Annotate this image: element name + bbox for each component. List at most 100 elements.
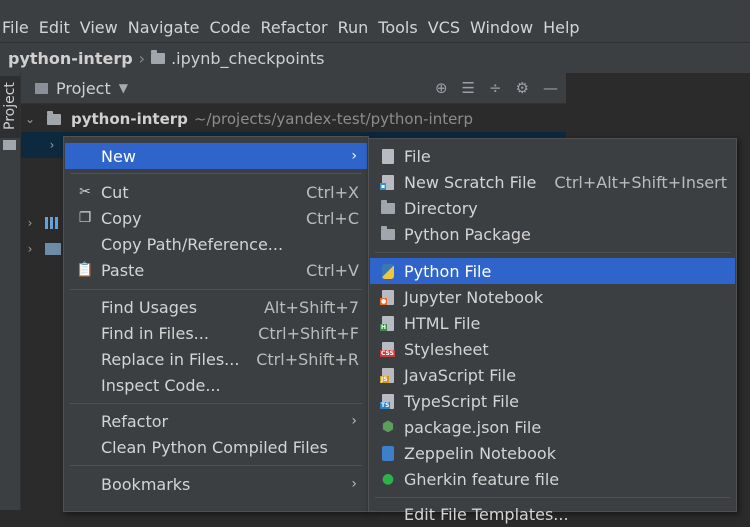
submenu-item-gherkin[interactable]: ● Gherkin feature file (370, 466, 735, 492)
submenu-item-typescript[interactable]: TS TypeScript File (370, 388, 735, 414)
tree-row-root[interactable]: ⌄ python-interp ~/projects/yandex-test/p… (21, 106, 566, 132)
submenu-item-file[interactable]: File (370, 143, 735, 169)
submenu-item-scratch-label: New Scratch File (404, 172, 537, 192)
python-package-icon (380, 225, 396, 242)
menu-item-paste[interactable]: 📋 Paste Ctrl+V (65, 257, 367, 283)
menu-item-replace-in-files-label: Replace in Files... (101, 349, 240, 369)
menu-file[interactable]: File (0, 18, 35, 37)
breadcrumb-root[interactable]: python-interp (0, 49, 133, 68)
chevron-right-icon[interactable]: › (43, 138, 61, 152)
tree-root-path: ~/projects/yandex-test/python-interp (193, 110, 473, 128)
menu-item-cut[interactable]: ✂ Cut Ctrl+X (65, 179, 367, 205)
collapse-all-icon[interactable]: ÷ (489, 79, 502, 97)
submenu-item-python-file-label: Python File (404, 261, 492, 281)
folder-icon (47, 110, 61, 125)
context-menu: New › ✂ Cut Ctrl+X ❐ Copy Ctrl+C Copy Pa… (63, 136, 369, 512)
javascript-file-icon: JS (380, 367, 396, 383)
locate-icon[interactable]: ⊕ (435, 79, 448, 97)
menu-item-find-in-files-label: Find in Files... (101, 323, 209, 343)
menu-navigate[interactable]: Navigate (124, 18, 206, 37)
submenu-item-html[interactable]: H HTML File (370, 310, 735, 336)
expand-all-icon[interactable]: ☰ (462, 79, 475, 97)
submenu-item-package-json-label: package.json File (404, 417, 542, 437)
chevron-right-icon: › (351, 148, 357, 164)
menu-item-bookmarks[interactable]: Bookmarks › (65, 471, 367, 497)
menu-run[interactable]: Run (334, 18, 375, 37)
menu-item-copy-path[interactable]: Copy Path/Reference... (65, 231, 367, 257)
project-tool-tab-label[interactable]: Project (2, 82, 18, 130)
shortcut-find-in-files: Ctrl+Shift+F (258, 323, 359, 343)
project-view-icon (35, 82, 48, 94)
zeppelin-icon (380, 445, 396, 461)
shortcut-copy: Ctrl+C (305, 208, 359, 228)
submenu-item-edit-templates[interactable]: Edit File Templates... (370, 501, 735, 527)
python-file-icon (380, 263, 396, 279)
menu-item-find-in-files[interactable]: Find in Files... Ctrl+Shift+F (65, 320, 367, 346)
menu-item-copy[interactable]: ❐ Copy Ctrl+C (65, 205, 367, 231)
menu-item-replace-in-files[interactable]: Replace in Files... Ctrl+Shift+R (65, 346, 367, 372)
navigation-bar: python-interp › .ipynb_checkpoints (0, 42, 750, 74)
menu-edit[interactable]: Edit (35, 18, 76, 37)
project-panel-title[interactable]: Project (56, 79, 111, 98)
menu-item-paste-label: Paste (101, 260, 145, 280)
chevron-right-icon[interactable]: › (21, 216, 39, 230)
menu-item-clean-compiled-label: Clean Python Compiled Files (101, 437, 328, 457)
shortcut-cut: Ctrl+X (306, 182, 359, 202)
menu-help[interactable]: Help (539, 18, 585, 37)
new-submenu: File ▪ New Scratch File Ctrl+Alt+Shift+I… (368, 138, 737, 524)
menu-vcs[interactable]: VCS (424, 18, 466, 37)
directory-icon (380, 199, 396, 216)
submenu-item-file-label: File (404, 146, 431, 166)
menu-item-new[interactable]: New › (65, 143, 367, 169)
panel-toolbar: ⊕ ☰ ÷ ⚙ — (435, 73, 558, 103)
menu-item-refactor-label: Refactor (101, 411, 169, 431)
breadcrumb-chevron-icon: › (138, 49, 146, 68)
menu-item-find-usages-label: Find Usages (101, 297, 198, 317)
menu-item-find-usages[interactable]: Find Usages Alt+Shift+7 (65, 294, 367, 320)
file-icon (380, 148, 396, 164)
menu-window[interactable]: Window (466, 18, 539, 37)
menu-view[interactable]: View (76, 18, 124, 37)
nodejs-icon: ⬢ (381, 419, 395, 435)
menu-bar: File Edit View Navigate Code Refactor Ru… (0, 12, 750, 42)
submenu-item-jupyter[interactable]: ● Jupyter Notebook (370, 284, 735, 310)
submenu-item-gherkin-label: Gherkin feature file (404, 469, 560, 489)
menu-code[interactable]: Code (206, 18, 257, 37)
menu-item-inspect-code[interactable]: Inspect Code... (65, 372, 367, 398)
submenu-item-edit-templates-label: Edit File Templates... (404, 504, 569, 524)
css-file-icon: CSS (380, 341, 396, 357)
submenu-item-python-file[interactable]: Python File (370, 258, 735, 284)
menu-refactor[interactable]: Refactor (256, 18, 333, 37)
menu-separator (70, 465, 362, 466)
chevron-down-icon[interactable]: ⌄ (21, 112, 39, 126)
breadcrumb-child[interactable]: .ipynb_checkpoints (171, 49, 324, 68)
minimize-icon[interactable]: — (543, 79, 558, 97)
scissors-icon: ✂ (79, 184, 91, 200)
submenu-item-javascript-label: JavaScript File (404, 365, 517, 385)
menu-separator (70, 173, 362, 174)
menu-item-clean-compiled[interactable]: Clean Python Compiled Files (65, 434, 367, 460)
chevron-right-icon: › (351, 476, 357, 492)
submenu-item-python-package-label: Python Package (404, 224, 531, 244)
menu-item-inspect-code-label: Inspect Code... (101, 375, 221, 395)
chevron-right-icon: › (351, 413, 357, 429)
scratch-file-icon: ▪ (380, 174, 396, 190)
submenu-item-python-package[interactable]: Python Package (370, 221, 735, 247)
submenu-item-stylesheet[interactable]: CSS Stylesheet (370, 336, 735, 362)
gear-icon[interactable]: ⚙ (516, 79, 529, 97)
clipboard-icon: 📋 (76, 262, 94, 278)
submenu-item-directory-label: Directory (404, 198, 478, 218)
menu-item-refactor[interactable]: Refactor › (65, 408, 367, 434)
submenu-item-html-label: HTML File (404, 313, 481, 333)
chevron-down-icon[interactable]: ▼ (119, 81, 128, 95)
submenu-item-zeppelin[interactable]: Zeppelin Notebook (370, 440, 735, 466)
window-top-strip (0, 0, 750, 12)
submenu-item-scratch[interactable]: ▪ New Scratch File Ctrl+Alt+Shift+Insert (370, 169, 735, 195)
menu-tools[interactable]: Tools (374, 18, 423, 37)
submenu-item-directory[interactable]: Directory (370, 195, 735, 221)
chevron-right-icon[interactable]: › (21, 242, 39, 256)
submenu-item-javascript[interactable]: JS JavaScript File (370, 362, 735, 388)
shortcut-replace-in-files: Ctrl+Shift+R (256, 349, 359, 369)
tree-root-label: python-interp (71, 110, 188, 128)
submenu-item-package-json[interactable]: ⬢ package.json File (370, 414, 735, 440)
